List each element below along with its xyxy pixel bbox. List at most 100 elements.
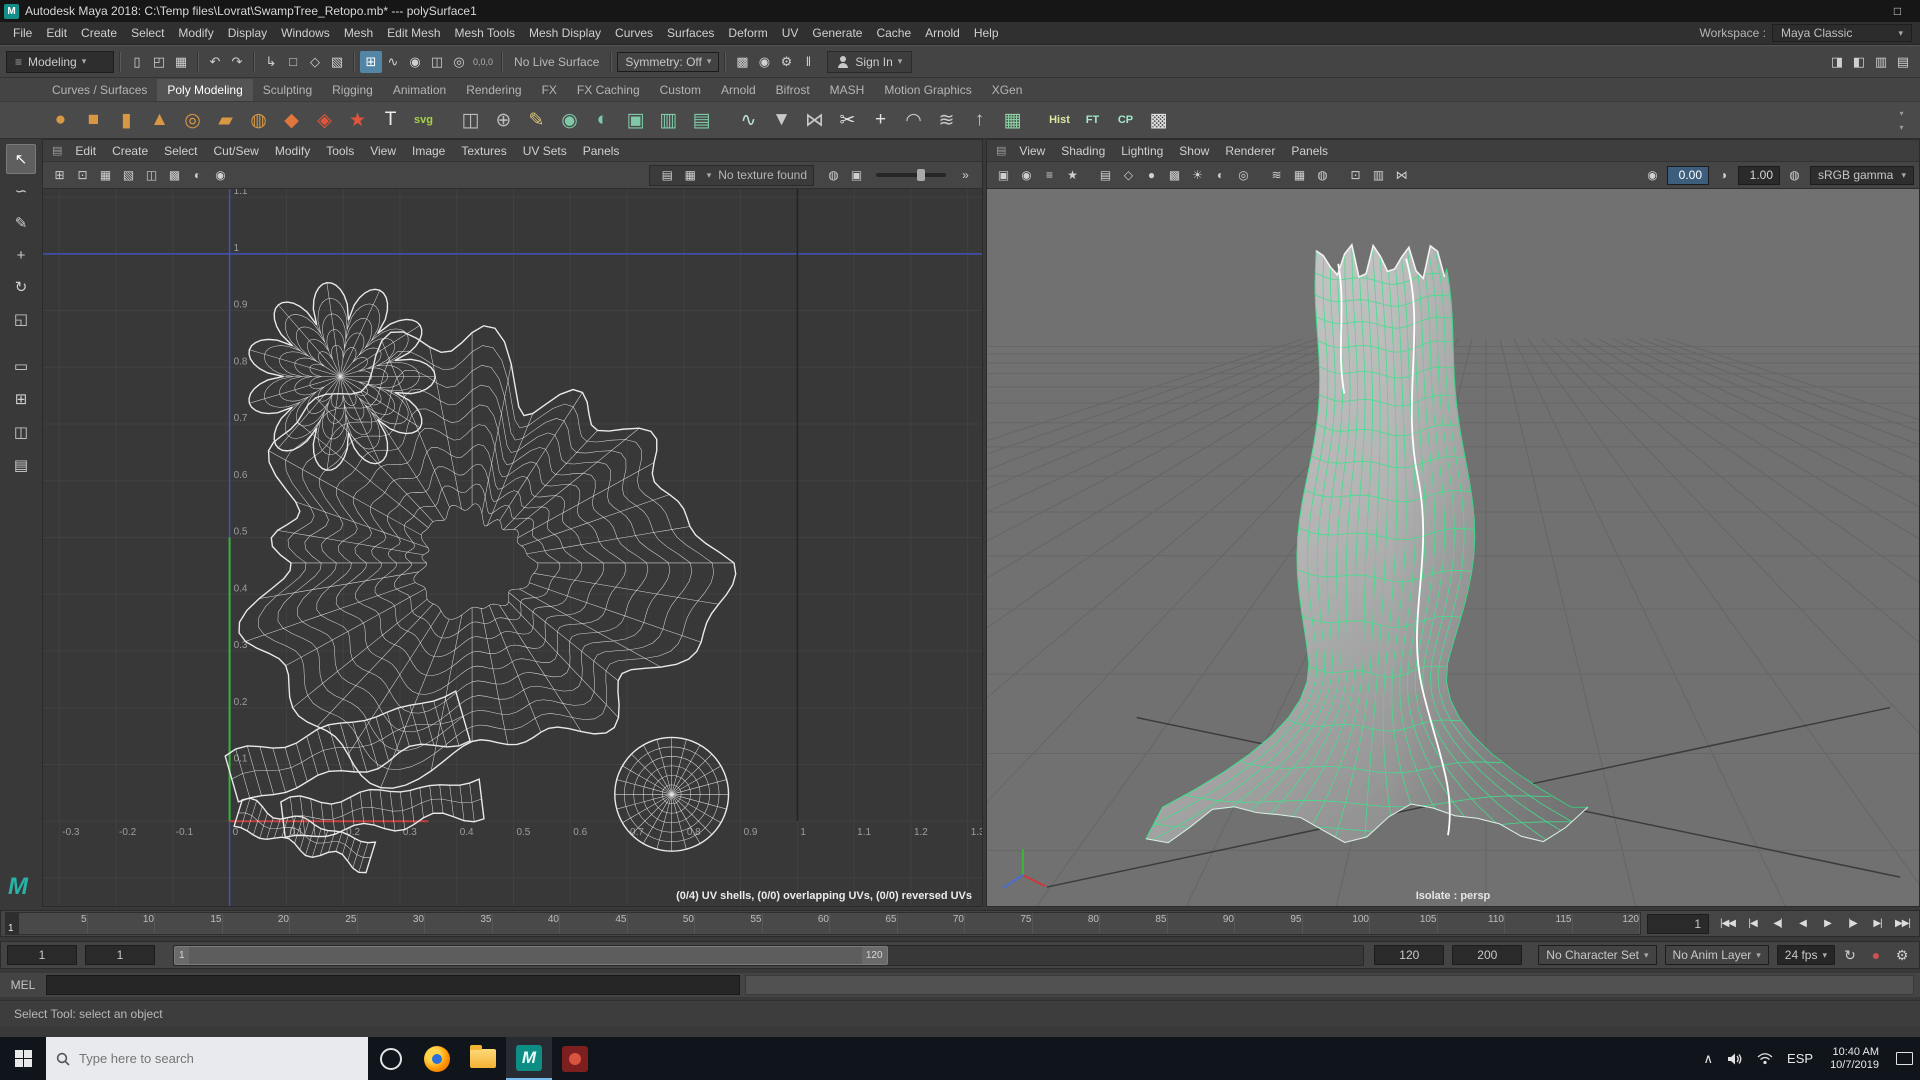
layout-split-pane-button[interactable]: ◫ bbox=[6, 417, 36, 447]
ambient-occlusion-icon[interactable]: ◎ bbox=[1232, 165, 1255, 186]
checkered-tiles-icon[interactable]: ▩ bbox=[163, 165, 186, 186]
boolean-union-icon[interactable]: ◉ bbox=[553, 104, 586, 137]
poly-cone-icon[interactable]: ▲ bbox=[143, 104, 176, 137]
step-forward-frame-button[interactable]: ▶| bbox=[1865, 913, 1890, 935]
live-surface-selector[interactable]: No Live Surface bbox=[514, 55, 599, 69]
start-button[interactable] bbox=[0, 1037, 46, 1080]
channel-box-toggle-icon[interactable]: ▥ bbox=[1870, 51, 1892, 73]
poly-star-icon[interactable]: ★ bbox=[341, 104, 374, 137]
snap-to-grid-icon[interactable]: ⊞ bbox=[360, 51, 382, 73]
mirror-icon[interactable]: ⋈ bbox=[798, 104, 831, 137]
wireframe-mode-icon[interactable]: ◇ bbox=[1117, 165, 1140, 186]
svg-tool-icon[interactable]: svg bbox=[407, 104, 440, 137]
uv-viewport[interactable]: -0.3-0.2-0.100.10.20.30.40.50.60.70.80.9… bbox=[43, 189, 982, 906]
select-by-hierarchy-icon[interactable]: ↳ bbox=[260, 51, 282, 73]
shade-uvs-icon[interactable]: ▧ bbox=[117, 165, 140, 186]
snap-to-curve-icon[interactable]: ∿ bbox=[382, 51, 404, 73]
poly-cube-icon[interactable]: ■ bbox=[77, 104, 110, 137]
shelf-tab[interactable]: Rigging bbox=[322, 79, 383, 101]
reduce-icon[interactable]: ▼ bbox=[765, 104, 798, 137]
poly-cylinder-icon[interactable]: ▮ bbox=[110, 104, 143, 137]
step-back-key-button[interactable]: ◀| bbox=[1765, 913, 1790, 935]
attribute-editor-toggle-icon[interactable]: ◨ bbox=[1826, 51, 1848, 73]
uv-grid-snap-icon[interactable]: ⊡ bbox=[71, 165, 94, 186]
animation-start-field[interactable]: 1 bbox=[7, 945, 77, 965]
poly-sphere-icon[interactable]: ● bbox=[44, 104, 77, 137]
command-language-label[interactable]: MEL bbox=[0, 978, 46, 992]
shadows-icon[interactable]: ◐ bbox=[1209, 165, 1232, 186]
render-view-icon[interactable]: ▩ bbox=[731, 51, 753, 73]
shelf-tab[interactable]: Sculpting bbox=[253, 79, 322, 101]
animation-preferences-icon[interactable]: ⚙ bbox=[1891, 944, 1913, 966]
smooth-icon[interactable]: ∿ bbox=[732, 104, 765, 137]
cortana-button[interactable] bbox=[368, 1037, 414, 1080]
isolate-select-icon[interactable]: ⊡ bbox=[1344, 165, 1367, 186]
symmetry-selector[interactable]: Symmetry: Off ▾ bbox=[617, 52, 719, 72]
panel-menu-item[interactable]: View bbox=[362, 141, 404, 161]
exposure-field[interactable]: 0.00 bbox=[1667, 166, 1709, 185]
current-time-field[interactable]: 1 bbox=[1647, 914, 1709, 934]
multisample-icon[interactable]: ▦ bbox=[1288, 165, 1311, 186]
snap-to-point-icon[interactable]: ◉ bbox=[404, 51, 426, 73]
shelf-tab[interactable]: Curves / Surfaces bbox=[42, 79, 157, 101]
panel-menu-icon[interactable]: ▤ bbox=[52, 144, 62, 157]
red-app-taskbar-button[interactable] bbox=[552, 1037, 598, 1080]
playback-start-field[interactable]: 1 bbox=[85, 945, 155, 965]
lock-camera-icon[interactable]: ◉ bbox=[1015, 165, 1038, 186]
construction-plane-icon[interactable]: ◫ bbox=[454, 104, 487, 137]
panel-menu-item[interactable]: UV Sets bbox=[515, 141, 575, 161]
boolean-difference-icon[interactable]: ◐ bbox=[586, 104, 619, 137]
uv-grid-icon[interactable]: ⊞ bbox=[48, 165, 71, 186]
range-start-handle[interactable]: 1 bbox=[175, 947, 189, 964]
history-toggle-button[interactable]: Hist bbox=[1043, 104, 1076, 137]
volume-icon[interactable] bbox=[1720, 1037, 1750, 1080]
gamma-icon[interactable]: ◑ bbox=[1712, 165, 1735, 186]
use-all-lights-icon[interactable]: ☀ bbox=[1186, 165, 1209, 186]
depth-of-field-icon[interactable]: ◍ bbox=[1311, 165, 1334, 186]
redo-icon[interactable]: ↷ bbox=[226, 51, 248, 73]
slider-handle[interactable] bbox=[917, 169, 925, 181]
panel-menu-item[interactable]: Image bbox=[404, 141, 453, 161]
poly-disc-icon[interactable]: ◍ bbox=[242, 104, 275, 137]
play-forwards-button[interactable]: ▶ bbox=[1815, 913, 1840, 935]
taskbar-clock[interactable]: 10:40 AM 10/7/2019 bbox=[1820, 1046, 1889, 1072]
toolbar-overflow-icon[interactable]: » bbox=[954, 165, 977, 186]
open-scene-icon[interactable]: ◰ bbox=[148, 51, 170, 73]
range-slider[interactable]: 1 120 bbox=[173, 945, 1364, 966]
menu-item[interactable]: Mesh Display bbox=[522, 22, 608, 44]
panel-menu-item[interactable]: Create bbox=[104, 141, 156, 161]
shelf-tab-menu-button[interactable]: ▾ bbox=[1885, 106, 1918, 120]
poly-superellipse-icon[interactable]: ◈ bbox=[308, 104, 341, 137]
menu-item[interactable]: Create bbox=[74, 22, 124, 44]
shelf-tab[interactable]: FX bbox=[532, 79, 567, 101]
menu-item[interactable]: Display bbox=[221, 22, 274, 44]
search-input[interactable] bbox=[79, 1051, 358, 1066]
selection-mask-icon[interactable]: ▧ bbox=[326, 51, 348, 73]
panel-menu-item[interactable]: Edit bbox=[67, 141, 104, 161]
menu-item[interactable]: Modify bbox=[171, 22, 220, 44]
command-line-input[interactable] bbox=[46, 975, 740, 995]
menu-item[interactable]: Generate bbox=[805, 22, 869, 44]
persp-3d-canvas[interactable] bbox=[987, 189, 1919, 906]
view-transform-selector[interactable]: sRGB gamma ▾ bbox=[1810, 166, 1914, 185]
workspace-selector[interactable]: Maya Classic ▾ bbox=[1772, 24, 1912, 42]
maya-taskbar-button[interactable]: M bbox=[506, 1037, 552, 1080]
panel-menu-item[interactable]: Select bbox=[156, 141, 205, 161]
multi-cut-icon[interactable]: ✂ bbox=[831, 104, 864, 137]
move-tool-icon[interactable]: + bbox=[6, 240, 36, 270]
shelf-tab[interactable]: Rendering bbox=[456, 79, 531, 101]
new-scene-icon[interactable]: ▯ bbox=[126, 51, 148, 73]
xray-icon[interactable]: ▥ bbox=[1367, 165, 1390, 186]
panel-menu-item[interactable]: Panels bbox=[575, 141, 628, 161]
time-slider[interactable]: 1 51015202530354045505560657075808590951… bbox=[5, 912, 1641, 935]
bevel-icon[interactable]: ◠ bbox=[897, 104, 930, 137]
bridge-icon[interactable]: ≋ bbox=[930, 104, 963, 137]
play-backwards-button[interactable]: ◀ bbox=[1790, 913, 1815, 935]
menu-item[interactable]: Windows bbox=[274, 22, 337, 44]
snap-align-icon[interactable]: ⊕ bbox=[487, 104, 520, 137]
panel-menu-item[interactable]: Renderer bbox=[1217, 141, 1283, 161]
anim-layer-selector[interactable]: No Anim Layer ▾ bbox=[1665, 945, 1769, 965]
modeling-toolkit-toggle-icon[interactable]: ▤ bbox=[1892, 51, 1914, 73]
menu-item[interactable]: Mesh bbox=[337, 22, 380, 44]
panel-menu-item[interactable]: Panels bbox=[1283, 141, 1336, 161]
